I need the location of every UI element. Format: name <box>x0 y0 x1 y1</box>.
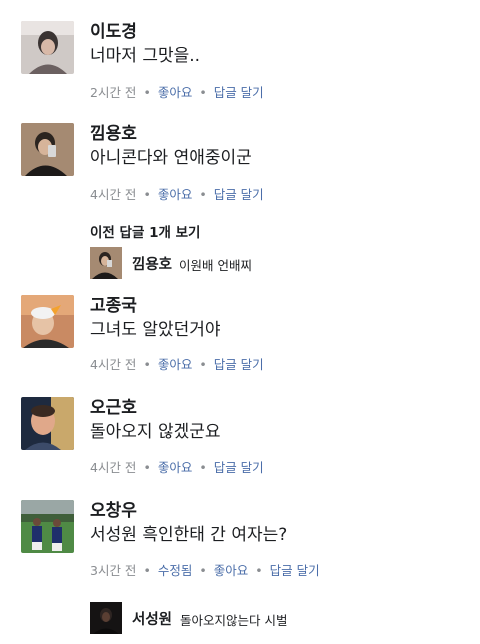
comment-body: 이도경 너마저 그맛을.. <box>90 21 470 67</box>
avatar[interactable] <box>21 295 74 348</box>
reply-button[interactable]: 답글 달기 <box>214 357 264 372</box>
separator: • <box>199 357 207 372</box>
like-button[interactable]: 좋아요 <box>214 563 249 578</box>
separator: • <box>143 460 151 475</box>
person-with-bird-icon <box>21 295 74 348</box>
comment-text: 아니콘다와 연애중이군 <box>90 148 252 168</box>
comment-text: 돌아오지 않겠군요 <box>90 422 221 442</box>
separator: • <box>255 563 263 578</box>
football-players-icon <box>21 500 74 553</box>
separator: • <box>143 187 151 202</box>
comment-body: 낌용호 아니콘다와 연애중이군 <box>90 123 470 169</box>
reply-button[interactable]: 답글 달기 <box>214 460 264 475</box>
avatar[interactable] <box>90 602 122 634</box>
separator: • <box>199 85 207 100</box>
comment-time[interactable]: 4시간 전 <box>90 357 136 372</box>
comment-author[interactable]: 이도경 <box>90 21 470 43</box>
comment-text: 너마저 그맛을.. <box>90 46 201 66</box>
dark-portrait-icon <box>90 602 122 634</box>
separator: • <box>199 563 207 578</box>
reply-button[interactable]: 답글 달기 <box>270 563 320 578</box>
comment-body: 오창우 서성원 흑인한태 간 여자는? <box>90 500 470 546</box>
separator: • <box>143 357 151 372</box>
separator: • <box>199 460 207 475</box>
edited-label[interactable]: 수정됨 <box>158 563 193 578</box>
comment-time[interactable]: 4시간 전 <box>90 187 136 202</box>
avatar[interactable] <box>21 21 74 74</box>
mirror-selfie-icon <box>21 123 74 176</box>
comment-author[interactable]: 낌용호 <box>90 123 470 145</box>
comment-time[interactable]: 3시간 전 <box>90 563 136 578</box>
person-portrait-icon <box>21 21 74 74</box>
comment-body: 오근호 돌아오지 않겠군요 <box>90 397 470 443</box>
like-button[interactable]: 좋아요 <box>158 187 193 202</box>
like-button[interactable]: 좋아요 <box>158 460 193 475</box>
comment-author[interactable]: 오창우 <box>90 500 470 522</box>
comment-author[interactable]: 고종국 <box>90 295 470 317</box>
reply-button[interactable]: 답글 달기 <box>214 85 264 100</box>
comment-time[interactable]: 4시간 전 <box>90 460 136 475</box>
view-previous-replies-link[interactable]: 이전 답글 1개 보기 <box>90 221 200 241</box>
separator: • <box>143 85 151 100</box>
avatar[interactable] <box>21 397 74 450</box>
comment-actions: 4시간 전 • 좋아요 • 답글 달기 <box>90 184 264 203</box>
avatar[interactable] <box>21 123 74 176</box>
reply-text: 돌아오지않는다 시벌 <box>180 613 288 628</box>
comment-actions: 4시간 전 • 좋아요 • 답글 달기 <box>90 457 264 476</box>
separator: • <box>143 563 151 578</box>
comment-actions: 2시간 전 • 좋아요 • 답글 달기 <box>90 82 264 101</box>
separator: • <box>199 187 207 202</box>
mirror-selfie-icon <box>90 247 122 279</box>
like-button[interactable]: 좋아요 <box>158 85 193 100</box>
comment-body: 고종국 그녀도 알았던거야 <box>90 295 470 341</box>
reply-button[interactable]: 답글 달기 <box>214 187 264 202</box>
painted-portrait-icon <box>21 397 74 450</box>
reply-author[interactable]: 서성원 <box>132 608 172 629</box>
comment-text: 서성원 흑인한태 간 여자는? <box>90 525 288 545</box>
reply-text: 이원배 언배찌 <box>179 258 252 273</box>
comment-author[interactable]: 오근호 <box>90 397 470 419</box>
like-button[interactable]: 좋아요 <box>158 357 193 372</box>
comment-time[interactable]: 2시간 전 <box>90 85 136 100</box>
avatar[interactable] <box>90 247 122 279</box>
comment-actions: 3시간 전 • 수정됨 • 좋아요 • 답글 달기 <box>90 560 320 579</box>
avatar[interactable] <box>21 500 74 553</box>
comment-text: 그녀도 알았던거야 <box>90 320 221 340</box>
reply-author[interactable]: 낌용호 <box>132 253 172 274</box>
comment-actions: 4시간 전 • 좋아요 • 답글 달기 <box>90 354 264 373</box>
